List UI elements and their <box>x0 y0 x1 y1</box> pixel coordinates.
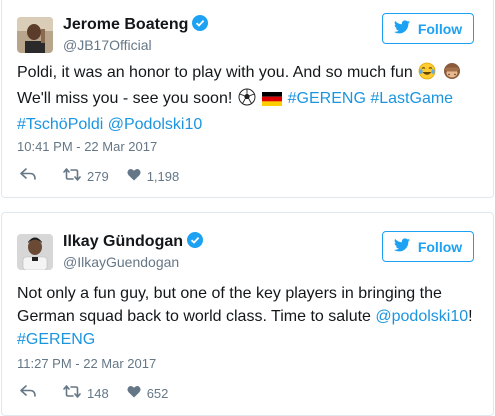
tweet-card: Jerome Boateng @JB17Official Follow Pold… <box>1 0 494 198</box>
hashtag-link[interactable]: #GERENG <box>288 90 366 107</box>
twitter-bird-icon <box>393 20 410 37</box>
tweet-text-line: Poldi, it was an honor to play with you.… <box>17 64 413 81</box>
mention-link[interactable]: @podolski10 <box>375 308 468 325</box>
user-handle[interactable]: @IlkayGuendogan <box>63 254 179 270</box>
hashtag-link[interactable]: #GERENG <box>17 331 95 348</box>
hashtag-link[interactable]: #TschöPoldi <box>17 116 103 133</box>
like-button[interactable]: 1,198 <box>127 168 180 184</box>
follow-button[interactable]: Follow <box>382 231 474 262</box>
display-name[interactable]: Jerome Boateng <box>63 15 209 36</box>
twitter-bird-icon <box>393 238 410 255</box>
tweet-timestamp[interactable]: 11:27 PM - 22 Mar 2017 <box>17 356 156 371</box>
follow-button[interactable]: Follow <box>382 13 474 44</box>
see-no-evil-monkey-emoji-icon <box>443 62 461 87</box>
reply-icon[interactable] <box>20 168 36 184</box>
follow-label: Follow <box>417 20 463 37</box>
verified-badge-icon <box>187 232 204 253</box>
hashtag-link[interactable]: #LastGame <box>370 90 453 107</box>
tweet-text-line: Not only a fun guy, but one of the key p… <box>17 285 442 302</box>
like-button[interactable]: 652 <box>127 385 169 401</box>
retweet-count: 148 <box>87 385 109 401</box>
display-name[interactable]: Ilkay Gündogan <box>63 232 204 253</box>
tears-of-joy-emoji-icon <box>418 62 436 87</box>
retweet-icon <box>63 385 81 401</box>
soccer-ball-emoji-icon <box>238 88 256 113</box>
avatar[interactable] <box>17 234 53 270</box>
tweet-timestamp[interactable]: 10:41 PM - 22 Mar 2017 <box>17 139 157 154</box>
tweet-text-punct: ! <box>468 308 473 325</box>
verified-badge-icon <box>192 15 209 36</box>
heart-icon <box>127 385 141 401</box>
tweet-text-line: We'll miss you - see you soon! <box>17 90 233 107</box>
tweet-actions: 279 1,198 <box>20 168 179 184</box>
like-count: 1,198 <box>146 168 180 184</box>
avatar[interactable] <box>17 17 53 53</box>
retweet-count: 279 <box>87 168 109 184</box>
heart-icon <box>127 168 141 184</box>
tweet-text: Not only a fun guy, but one of the key p… <box>17 282 487 351</box>
user-handle[interactable]: @JB17Official <box>63 37 152 53</box>
retweet-button[interactable]: 279 <box>63 168 109 184</box>
reply-icon[interactable] <box>20 385 36 401</box>
retweet-button[interactable]: 148 <box>63 385 109 401</box>
tweet-card: Ilkay Gündogan @IlkayGuendogan Follow No… <box>1 212 494 416</box>
mention-link[interactable]: @Podolski10 <box>108 116 203 133</box>
retweet-icon <box>63 168 81 184</box>
tweet-text: Poldi, it was an honor to play with you.… <box>17 61 487 136</box>
germany-flag-emoji-icon <box>262 90 283 113</box>
tweet-actions: 148 652 <box>20 385 168 401</box>
follow-label: Follow <box>417 238 463 255</box>
like-count: 652 <box>146 385 169 401</box>
tweet-text-line: German squad back to world class. Time t… <box>17 308 371 325</box>
